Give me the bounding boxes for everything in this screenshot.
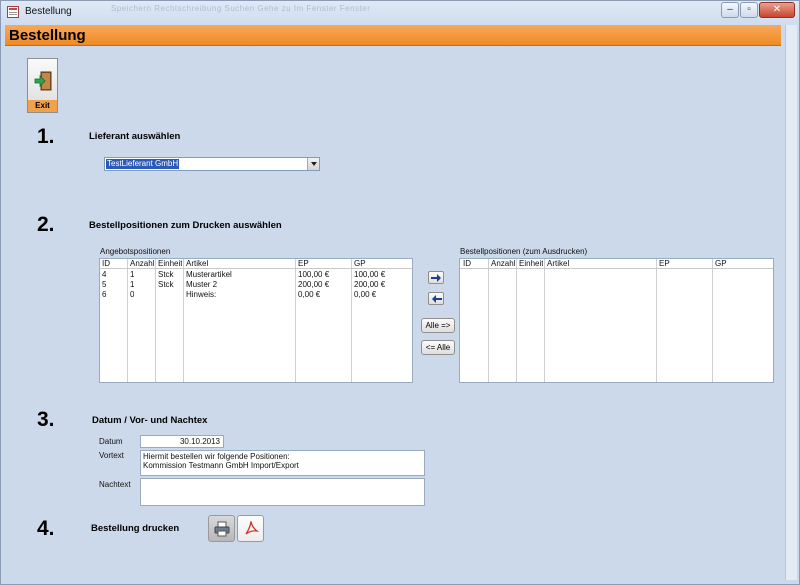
table-cell: Stck xyxy=(158,270,174,279)
column-divider xyxy=(712,259,713,382)
chevron-down-icon[interactable] xyxy=(307,158,319,170)
table-cell: 5 xyxy=(102,280,107,289)
table-cell: 100,00 € xyxy=(298,270,330,279)
step-number-4: 4. xyxy=(37,517,55,540)
vortext-line: Hiermit bestellen wir folgende Positione… xyxy=(143,452,290,461)
section-label-supplier: Lieferant auswählen xyxy=(89,131,181,142)
order-positions-list[interactable]: ID Anzahl Einheit Artikel EP GP xyxy=(459,258,774,383)
date-field[interactable]: 30.10.2013 xyxy=(140,435,224,448)
vertical-scrollbar[interactable] xyxy=(785,25,797,580)
column-header: Anzahl xyxy=(491,259,516,268)
section-label-positions: Bestellpositionen zum Drucken auswählen xyxy=(89,220,282,231)
table-cell: 100,00 € xyxy=(354,270,386,279)
step-number-1: 1. xyxy=(37,125,55,148)
table-cell: 0 xyxy=(130,290,135,299)
column-header: EP xyxy=(298,259,309,268)
column-header: GP xyxy=(354,259,366,268)
move-all-right-button[interactable]: Alle => xyxy=(421,318,455,333)
offer-positions-list[interactable]: ID Anzahl Einheit Artikel EP GP 4 1 Stck Mustera… xyxy=(99,258,413,383)
column-header: ID xyxy=(102,259,110,268)
nachtext-field[interactable] xyxy=(140,478,425,506)
pdf-icon xyxy=(245,521,259,535)
arrow-left-icon xyxy=(432,295,442,303)
form-icon xyxy=(7,6,19,18)
application-window: Bestellung Speichern Rechtschreibung Suc… xyxy=(0,0,800,585)
column-header: Artikel xyxy=(547,259,570,268)
table-cell: 200,00 € xyxy=(354,280,386,289)
column-divider xyxy=(656,259,657,382)
close-button[interactable]: ✕ xyxy=(759,2,795,18)
vortext-field[interactable]: Hiermit bestellen wir folgende Positione… xyxy=(140,450,425,476)
minimize-button[interactable]: – xyxy=(721,2,739,18)
title-bar: Bestellung Speichern Rechtschreibung Suc… xyxy=(1,1,799,23)
table-cell: Hinweis: xyxy=(186,290,217,299)
column-header: EP xyxy=(659,259,670,268)
column-header: GP xyxy=(715,259,727,268)
table-cell: Muster 2 xyxy=(186,280,218,289)
column-header: Anzahl xyxy=(130,259,155,268)
ribbon-ghost-text: Speichern Rechtschreibung Suchen Gehe zu… xyxy=(111,4,371,13)
vortext-label: Vortext xyxy=(99,451,124,460)
list-header: ID Anzahl Einheit Artikel EP GP xyxy=(460,259,773,269)
column-header: Einheit xyxy=(519,259,544,268)
print-button[interactable] xyxy=(208,515,235,542)
column-header: Einheit xyxy=(158,259,183,268)
table-row[interactable]: 5 1 Stck Muster 2 200,00 € 200,00 € xyxy=(100,280,412,290)
move-right-button[interactable] xyxy=(428,271,444,284)
order-list-label: Bestellpositionen (zum Ausdrucken) xyxy=(460,247,588,256)
pdf-export-button[interactable] xyxy=(237,515,264,542)
exit-label: Exit xyxy=(28,100,57,112)
printer-icon xyxy=(214,521,230,537)
maximize-icon: ▫ xyxy=(747,4,751,15)
table-cell: 1 xyxy=(130,280,135,289)
supplier-select[interactable]: TestLieferant GmbH xyxy=(104,157,320,171)
table-cell: 1 xyxy=(130,270,135,279)
minimize-icon: – xyxy=(727,4,733,15)
table-row[interactable]: 6 0 Hinweis: 0,00 € 0,00 € xyxy=(100,290,412,300)
date-label: Datum xyxy=(99,437,123,446)
column-header: Artikel xyxy=(186,259,209,268)
exit-button[interactable]: Exit xyxy=(27,58,58,113)
table-cell: 6 xyxy=(102,290,107,299)
table-cell: Stck xyxy=(158,280,174,289)
move-left-button[interactable] xyxy=(428,292,444,305)
exit-door-icon xyxy=(34,71,52,91)
step-number-2: 2. xyxy=(37,213,55,236)
move-all-left-button[interactable]: <= Alle xyxy=(421,340,455,355)
table-cell: 0,00 € xyxy=(354,290,377,299)
table-cell: Musterartikel xyxy=(186,270,232,279)
form-header: Bestellung xyxy=(5,25,781,46)
vortext-line: Kommission Testmann GmbH Import/Export xyxy=(143,461,299,470)
table-cell: 200,00 € xyxy=(298,280,330,289)
arrow-right-icon xyxy=(431,274,441,282)
nachtext-label: Nachtext xyxy=(99,480,131,489)
section-label-date-text: Datum / Vor- und Nachtex xyxy=(92,415,208,426)
maximize-button[interactable]: ▫ xyxy=(740,2,758,18)
column-header: ID xyxy=(463,259,471,268)
table-row[interactable]: 4 1 Stck Musterartikel 100,00 € 100,00 € xyxy=(100,270,412,280)
close-icon: ✕ xyxy=(772,4,782,15)
offer-list-label: Angebotspositionen xyxy=(100,247,171,256)
supplier-selected-value: TestLieferant GmbH xyxy=(106,159,180,169)
table-cell: 0,00 € xyxy=(298,290,321,299)
table-cell: 4 xyxy=(102,270,107,279)
list-header: ID Anzahl Einheit Artikel EP GP xyxy=(100,259,412,269)
column-divider xyxy=(544,259,545,382)
step-number-3: 3. xyxy=(37,408,55,431)
section-label-print: Bestellung drucken xyxy=(91,523,180,534)
form-title: Bestellung xyxy=(9,27,86,44)
window-title: Bestellung xyxy=(25,6,72,17)
column-divider xyxy=(516,259,517,382)
column-divider xyxy=(488,259,489,382)
